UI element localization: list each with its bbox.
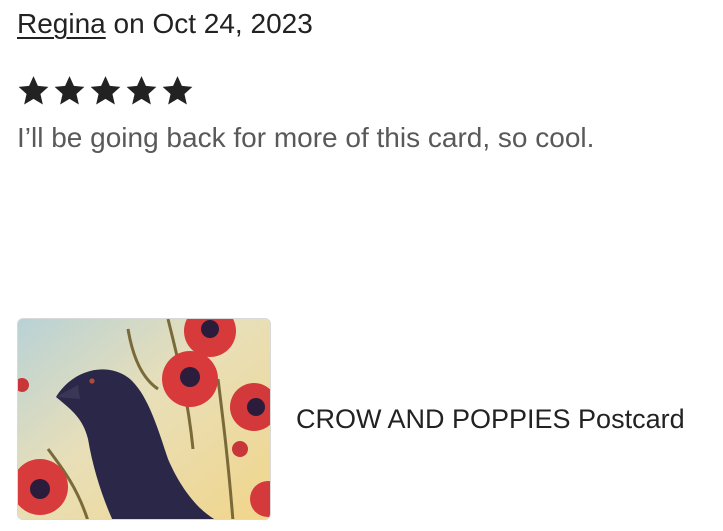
star-icon xyxy=(16,74,51,108)
crow-poppies-image xyxy=(18,319,270,519)
review-date: Oct 24, 2023 xyxy=(152,8,313,39)
star-icon xyxy=(52,74,87,108)
reviewer-name-link[interactable]: Regina xyxy=(17,8,106,39)
review-text: I’ll be going back for more of this card… xyxy=(17,122,595,153)
reviewed-product[interactable]: CROW AND POPPIES Postcard xyxy=(17,318,685,520)
star-rating xyxy=(16,74,195,108)
review-byline: Regina on Oct 24, 2023 xyxy=(17,6,313,42)
product-thumbnail[interactable] xyxy=(17,318,271,520)
star-icon xyxy=(88,74,123,108)
star-icon xyxy=(160,74,195,108)
date-prefix: on xyxy=(113,8,145,39)
star-icon xyxy=(124,74,159,108)
review-card: Regina on Oct 24, 2023 I’ll be going bac… xyxy=(0,0,723,531)
product-title[interactable]: CROW AND POPPIES Postcard xyxy=(296,402,685,436)
